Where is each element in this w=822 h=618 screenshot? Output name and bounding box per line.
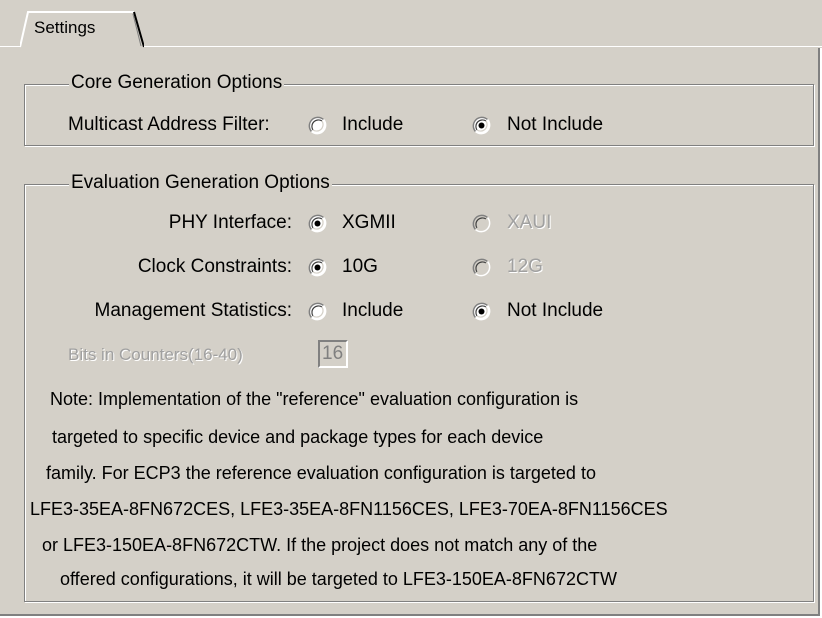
phy-xaui-label: XAUI bbox=[507, 212, 552, 233]
phy-xaui-radio bbox=[472, 214, 491, 233]
clock-10g-label[interactable]: 10G bbox=[342, 256, 378, 278]
management-statistics-label: Management Statistics: bbox=[94, 300, 292, 321]
clock-12g-label: 12G bbox=[507, 256, 543, 277]
multicast-include-radio[interactable] bbox=[308, 116, 327, 135]
note-line: family. For ECP3 the reference evaluatio… bbox=[46, 463, 596, 483]
bits-in-counters-label: Bits in Counters(16-40) bbox=[68, 345, 243, 364]
note-line: Note: Implementation of the "reference" … bbox=[50, 389, 579, 409]
note-line: or LFE3-150EA-8FN672CTW. If the project … bbox=[42, 535, 598, 555]
core-generation-legend: Core Generation Options bbox=[69, 72, 285, 94]
phy-xgmii-radio[interactable] bbox=[308, 214, 327, 233]
bits-in-counters-input: 16 bbox=[318, 340, 348, 368]
note-line: offered configurations, it will be targe… bbox=[60, 569, 617, 589]
note-line: targeted to specific device and package … bbox=[52, 427, 544, 447]
mgmt-include-label[interactable]: Include bbox=[342, 300, 403, 322]
multicast-filter-label: Multicast Address Filter: bbox=[68, 114, 270, 135]
multicast-not-include-label[interactable]: Not Include bbox=[507, 114, 603, 136]
note-line: LFE3-35EA-8FN672CES, LFE3-35EA-8FN1156CE… bbox=[30, 499, 668, 519]
tab-settings[interactable]: Settings bbox=[20, 10, 144, 48]
multicast-not-include-radio[interactable] bbox=[472, 116, 491, 135]
tab-settings-label: Settings bbox=[34, 18, 96, 37]
evaluation-generation-legend: Evaluation Generation Options bbox=[69, 172, 332, 194]
multicast-include-label[interactable]: Include bbox=[342, 114, 403, 136]
clock-12g-radio bbox=[472, 258, 491, 277]
mgmt-include-radio[interactable] bbox=[308, 302, 327, 321]
settings-panel: Core Generation Options Multicast Addres… bbox=[0, 48, 820, 616]
phy-xgmii-label[interactable]: XGMII bbox=[342, 212, 396, 234]
mgmt-not-include-label[interactable]: Not Include bbox=[507, 300, 603, 322]
phy-interface-label: PHY Interface: bbox=[168, 212, 292, 233]
tab-strip: Settings bbox=[0, 0, 822, 48]
clock-10g-radio[interactable] bbox=[308, 258, 327, 277]
clock-constraints-label: Clock Constraints: bbox=[137, 256, 292, 277]
mgmt-not-include-radio[interactable] bbox=[472, 302, 491, 321]
